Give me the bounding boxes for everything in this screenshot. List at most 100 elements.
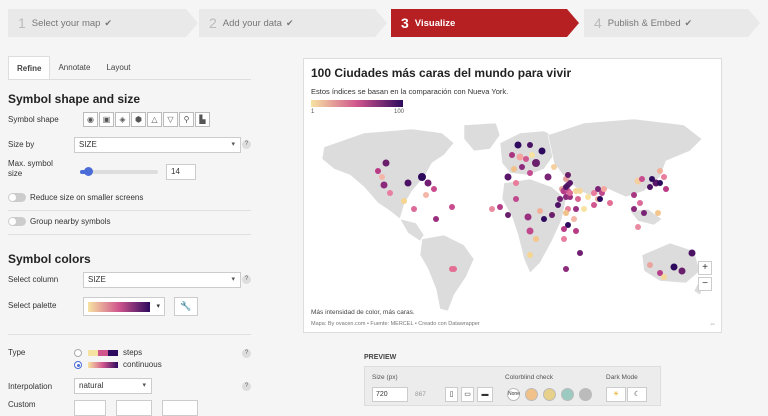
city-marker[interactable] <box>526 227 534 235</box>
city-marker[interactable] <box>567 190 573 196</box>
city-marker[interactable] <box>657 168 663 174</box>
colorblind-protanopia-icon[interactable] <box>525 388 538 401</box>
city-marker[interactable] <box>661 274 667 280</box>
city-marker[interactable] <box>670 263 678 271</box>
width-input[interactable]: 720 <box>372 387 408 402</box>
city-marker[interactable] <box>597 196 603 202</box>
city-marker[interactable] <box>541 216 547 222</box>
triangle-up-icon[interactable]: △ <box>147 112 162 127</box>
city-marker[interactable] <box>639 176 645 182</box>
diamond-icon[interactable]: ◈ <box>115 112 130 127</box>
help-icon[interactable]: ? <box>242 140 251 149</box>
help-icon[interactable]: ? <box>242 349 251 358</box>
tab-layout[interactable]: Layout <box>98 56 138 79</box>
city-marker[interactable] <box>637 200 643 206</box>
city-marker[interactable] <box>591 202 597 208</box>
moon-icon[interactable]: ☾ <box>627 387 647 402</box>
city-marker[interactable] <box>573 228 579 234</box>
mobile-icon[interactable]: ▯ <box>445 387 458 402</box>
triangle-down-icon[interactable]: ▽ <box>163 112 178 127</box>
city-marker[interactable] <box>655 210 661 216</box>
custom-stop-input[interactable] <box>162 400 198 416</box>
city-marker[interactable] <box>635 224 641 230</box>
wrench-icon[interactable]: 🔧 <box>174 297 198 316</box>
city-marker[interactable] <box>678 267 686 275</box>
city-marker[interactable] <box>563 266 569 272</box>
city-marker[interactable] <box>379 174 385 180</box>
city-marker[interactable] <box>533 236 539 242</box>
city-marker[interactable] <box>382 159 390 167</box>
colorblind-deuteranopia-icon[interactable] <box>543 388 556 401</box>
city-marker[interactable] <box>647 184 653 190</box>
sun-icon[interactable]: ☀ <box>606 387 626 402</box>
circle-icon[interactable]: ◉ <box>83 112 98 127</box>
city-marker[interactable] <box>524 213 532 221</box>
zoom-in-button[interactable]: + <box>698 261 712 275</box>
city-marker[interactable] <box>404 179 412 187</box>
city-marker[interactable] <box>529 152 535 158</box>
city-marker[interactable] <box>557 196 563 202</box>
city-marker[interactable] <box>575 196 581 202</box>
city-marker[interactable] <box>549 212 555 218</box>
city-marker[interactable] <box>418 173 426 181</box>
city-marker[interactable] <box>563 210 569 216</box>
city-marker[interactable] <box>504 173 512 181</box>
square-icon[interactable]: ▣ <box>99 112 114 127</box>
help-icon[interactable]: ? <box>242 382 251 391</box>
city-marker[interactable] <box>657 180 663 186</box>
city-marker[interactable] <box>581 206 587 212</box>
city-marker[interactable] <box>387 190 393 196</box>
palette-picker[interactable]: ▾ <box>83 297 165 316</box>
city-marker[interactable] <box>561 226 567 232</box>
city-marker[interactable] <box>511 166 517 172</box>
city-marker[interactable] <box>607 200 613 206</box>
city-marker[interactable] <box>532 159 540 167</box>
city-marker[interactable] <box>537 208 543 214</box>
city-marker[interactable] <box>595 186 601 192</box>
resize-icon[interactable]: ⇔ <box>709 321 716 328</box>
radio-steps[interactable] <box>74 349 82 357</box>
marker-icon[interactable]: ⚲ <box>179 112 194 127</box>
city-marker[interactable] <box>527 170 533 176</box>
city-marker[interactable] <box>513 180 519 186</box>
city-marker[interactable] <box>585 194 591 200</box>
city-marker[interactable] <box>527 252 533 258</box>
desktop-icon[interactable]: ▬ <box>477 387 493 402</box>
colorblind-tritanopia-icon[interactable] <box>561 388 574 401</box>
city-marker[interactable] <box>647 262 653 268</box>
city-marker[interactable] <box>661 174 667 180</box>
city-marker[interactable] <box>551 164 557 170</box>
city-marker[interactable] <box>423 192 429 198</box>
reduce-size-toggle[interactable] <box>8 193 26 202</box>
city-marker[interactable] <box>577 188 583 194</box>
city-marker[interactable] <box>571 216 577 222</box>
city-marker[interactable] <box>513 196 519 202</box>
hexagon-icon[interactable]: ⬢ <box>131 112 146 127</box>
city-marker[interactable] <box>649 176 655 182</box>
max-size-input[interactable]: 14 <box>166 164 196 180</box>
city-marker[interactable] <box>561 236 567 242</box>
city-marker[interactable] <box>514 141 522 149</box>
city-marker[interactable] <box>565 172 571 178</box>
city-marker[interactable] <box>411 206 417 212</box>
city-marker[interactable] <box>375 168 381 174</box>
colorblind-none-button[interactable]: None <box>507 388 520 401</box>
custom-stop-input[interactable] <box>116 400 152 416</box>
step-select-map[interactable]: 1 Select your map ✔ <box>8 9 198 37</box>
step-publish[interactable]: 4 Publish & Embed ✔ <box>584 9 760 37</box>
city-marker[interactable] <box>505 212 511 218</box>
custom-stop-input[interactable] <box>74 400 106 416</box>
city-marker[interactable] <box>516 153 524 161</box>
height-input[interactable]: 867 <box>415 391 426 398</box>
city-marker[interactable] <box>555 202 561 208</box>
city-marker[interactable] <box>424 179 432 187</box>
interpolation-select[interactable]: natural ▾ <box>74 378 152 394</box>
city-marker[interactable] <box>449 266 455 272</box>
tablet-icon[interactable]: ▭ <box>461 387 474 402</box>
city-marker[interactable] <box>497 204 503 210</box>
city-marker[interactable] <box>688 249 696 257</box>
chart-icon[interactable]: ▙ <box>195 112 210 127</box>
city-marker[interactable] <box>433 216 439 222</box>
city-marker[interactable] <box>601 186 607 192</box>
city-marker[interactable] <box>523 156 529 162</box>
